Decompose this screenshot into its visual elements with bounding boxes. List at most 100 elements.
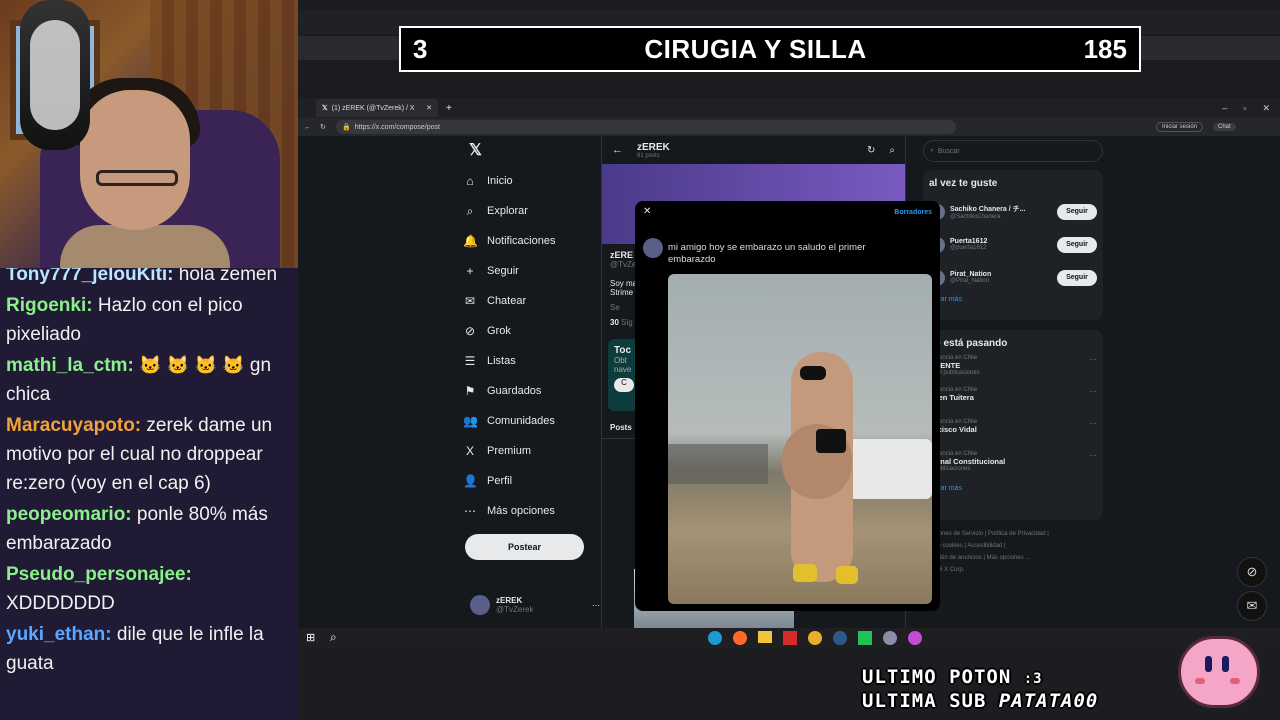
who-to-follow-title: al vez te guste bbox=[929, 178, 998, 189]
browser-tab[interactable]: 𝕏 (1) zEREK (@TvZerek) / X ✕ bbox=[316, 99, 438, 117]
url-text: https://x.com/compose/post bbox=[354, 123, 440, 131]
app-globe-icon[interactable] bbox=[883, 631, 897, 645]
kirby-sprite bbox=[1170, 628, 1270, 718]
show-more-link-2[interactable]: ostrar más bbox=[929, 485, 1097, 492]
maximize-icon[interactable]: ▫ bbox=[1243, 103, 1246, 113]
nav-item-explore[interactable]: ⌕ Explorar bbox=[463, 196, 603, 226]
edge-icon[interactable] bbox=[708, 631, 722, 645]
who-to-follow: al vez te guste Sachiko Chanera / チ... @S… bbox=[923, 170, 1103, 320]
promo-button[interactable]: C bbox=[614, 378, 634, 392]
chat-username: Rigoenki: bbox=[6, 295, 93, 316]
chat-username: Pseudo_personajee: bbox=[6, 564, 192, 585]
suggestion-handle: @Pirat_Nation bbox=[950, 278, 990, 284]
x-logo-icon: 𝕏 bbox=[322, 105, 328, 112]
search-icon[interactable]: ⌕ bbox=[889, 145, 895, 156]
back-arrow-icon[interactable]: ← bbox=[612, 144, 623, 156]
chat-message: peopeomario: ponle 80% más embarazado bbox=[6, 500, 292, 558]
windows-start-icon[interactable]: ⊞ bbox=[306, 631, 315, 644]
drafts-link[interactable]: Borradores bbox=[894, 209, 932, 216]
nav-item-home[interactable]: ⌂ Inicio bbox=[463, 166, 603, 196]
nav-item-notifications[interactable]: 🔔 Notificaciones bbox=[463, 226, 603, 256]
chat-message: Rigoenki: Hazlo con el pico pixeliado bbox=[6, 291, 292, 349]
nav-label: Más opciones bbox=[487, 505, 555, 517]
profile-header-name: zEREK bbox=[637, 141, 670, 153]
trend-item[interactable]: endencia en Chile ibunal Constitucional 5 … bbox=[929, 451, 1097, 483]
follow-button[interactable]: Seguir bbox=[1057, 236, 1097, 253]
chrome-icon[interactable] bbox=[808, 631, 822, 645]
firefox-icon[interactable] bbox=[733, 631, 747, 645]
following-count: 30 bbox=[610, 318, 619, 327]
nav-item-grok[interactable]: ⊘ Grok bbox=[463, 316, 603, 346]
x-logo-icon[interactable]: 𝕏 bbox=[463, 136, 603, 166]
suggestion-name: Sachiko Chanera / チ... bbox=[950, 205, 1026, 213]
nav-item-follow[interactable]: + Seguir bbox=[463, 256, 603, 286]
trend-more-icon[interactable]: ⋯ bbox=[1089, 451, 1097, 460]
trend-item[interactable]: endencia en Chile rmen Tuitera ⋯ bbox=[929, 387, 1097, 419]
app-red-icon[interactable] bbox=[783, 631, 797, 645]
new-tab-icon[interactable]: + bbox=[446, 103, 452, 114]
account-handle: @TvZerek bbox=[496, 605, 534, 614]
follow-button[interactable]: Seguir bbox=[1057, 203, 1097, 220]
url-field[interactable]: 🔒 https://x.com/compose/post bbox=[336, 120, 956, 134]
copilot-chat-button[interactable]: Chat bbox=[1213, 123, 1236, 131]
close-tab-icon[interactable]: ✕ bbox=[426, 104, 432, 112]
post-button[interactable]: Postear bbox=[465, 534, 584, 560]
nav-item-communities[interactable]: 👥 Comunidades bbox=[463, 406, 603, 436]
footer-links-1[interactable]: ondiciones de Servicio | Política de Pri… bbox=[923, 528, 1103, 540]
steam-icon[interactable] bbox=[833, 631, 847, 645]
suggestion-name: Puerta1612 bbox=[950, 238, 988, 245]
search-input[interactable]: ⌕ Buscar bbox=[923, 140, 1103, 162]
chat-message: Pseudo_personajee: XDDDDDDD bbox=[6, 560, 292, 618]
taskbar-search-icon[interactable]: ⌕ bbox=[330, 630, 337, 645]
more-icon: ⋯ bbox=[464, 504, 476, 518]
x-page: 𝕏 ⌂ Inicio ⌕ Explorar 🔔 Notificaciones + Seguir… bbox=[298, 136, 1280, 629]
suggestion-row: Puerta1612 @puerta1612 Seguir bbox=[929, 228, 1097, 261]
signin-button[interactable]: Iniciar sesión bbox=[1156, 122, 1204, 132]
nav-label: Notificaciones bbox=[487, 235, 556, 247]
account-switcher[interactable]: zEREK @TvZerek ⋯ bbox=[470, 592, 600, 618]
messages-float-icon[interactable]: ✉ bbox=[1237, 591, 1267, 621]
chat-message: yuki_ethan: dile que le infle la guata bbox=[6, 620, 292, 678]
folder-icon[interactable] bbox=[758, 631, 772, 643]
trend-item[interactable]: endencia en Chile RGENTE 4 mil publicacion… bbox=[929, 355, 1097, 387]
cat-emote-icon: 🐱 bbox=[166, 355, 190, 375]
tab-title: (1) zEREK (@TvZerek) / X bbox=[331, 104, 415, 112]
footer-links-2[interactable]: tica de cookies | Accesibilidad | bbox=[923, 540, 1103, 552]
refresh-icon[interactable]: ↻ bbox=[867, 145, 875, 156]
close-window-icon[interactable]: ✕ bbox=[1262, 103, 1270, 114]
trend-more-icon[interactable]: ⋯ bbox=[1089, 387, 1097, 396]
close-icon[interactable]: ✕ bbox=[643, 206, 651, 217]
app-pink-icon[interactable] bbox=[908, 631, 922, 645]
premium-icon: X bbox=[465, 444, 474, 458]
trend-more-icon[interactable]: ⋯ bbox=[1089, 355, 1097, 364]
reload-icon[interactable]: ↻ bbox=[320, 123, 326, 131]
post-text[interactable]: mi amigo hoy se embarazo un saludo el pr… bbox=[668, 242, 908, 266]
taskbar: ⊞ ⌕ bbox=[298, 628, 1280, 648]
trend-topic: ibunal Constitucional bbox=[929, 457, 1006, 466]
chat-message: Maracuyapoto: zerek dame un motivo por e… bbox=[6, 411, 292, 498]
footer-links-3[interactable]: ormación de anuncios | Más opciones ... bbox=[923, 552, 1103, 564]
nav-label: Perfil bbox=[487, 475, 513, 487]
nav-item-chat[interactable]: ✉ Chatear bbox=[463, 286, 603, 316]
nav-label: Comunidades bbox=[487, 415, 555, 427]
background-bottom bbox=[298, 648, 1280, 720]
nav-item-premium[interactable]: X Premium bbox=[463, 436, 603, 466]
follow-button[interactable]: Seguir bbox=[1057, 269, 1097, 286]
nav-item-profile[interactable]: 👤 Perfil bbox=[463, 466, 603, 496]
grok-float-icon[interactable]: ⊘ bbox=[1237, 557, 1267, 587]
stream-title-overlay: 3 CIRUGIA Y SILLA 185 bbox=[399, 26, 1141, 72]
nav-item-more[interactable]: ⋯ Más opciones bbox=[463, 496, 603, 526]
nav-label: Explorar bbox=[487, 205, 528, 217]
app-green-icon[interactable] bbox=[858, 631, 872, 645]
nav-item-bookmarks[interactable]: ⚑ Guardados bbox=[463, 376, 603, 406]
nav-item-lists[interactable]: ☰ Listas bbox=[463, 346, 603, 376]
show-more-link[interactable]: ostrar más bbox=[929, 296, 1097, 303]
trend-more-icon[interactable]: ⋯ bbox=[1089, 419, 1097, 428]
minimize-icon[interactable]: – bbox=[1222, 103, 1227, 113]
trend-item[interactable]: endencia en Chile ancisco Vidal ⋯ bbox=[929, 419, 1097, 451]
trend-topic: ancisco Vidal bbox=[929, 425, 977, 434]
more-icon[interactable]: ⋯ bbox=[592, 601, 600, 610]
right-sidebar: ⌕ Buscar al vez te guste Sachiko Chanera … bbox=[923, 136, 1103, 628]
back-icon[interactable]: ← bbox=[304, 124, 311, 131]
nav-label: Chatear bbox=[487, 295, 527, 307]
